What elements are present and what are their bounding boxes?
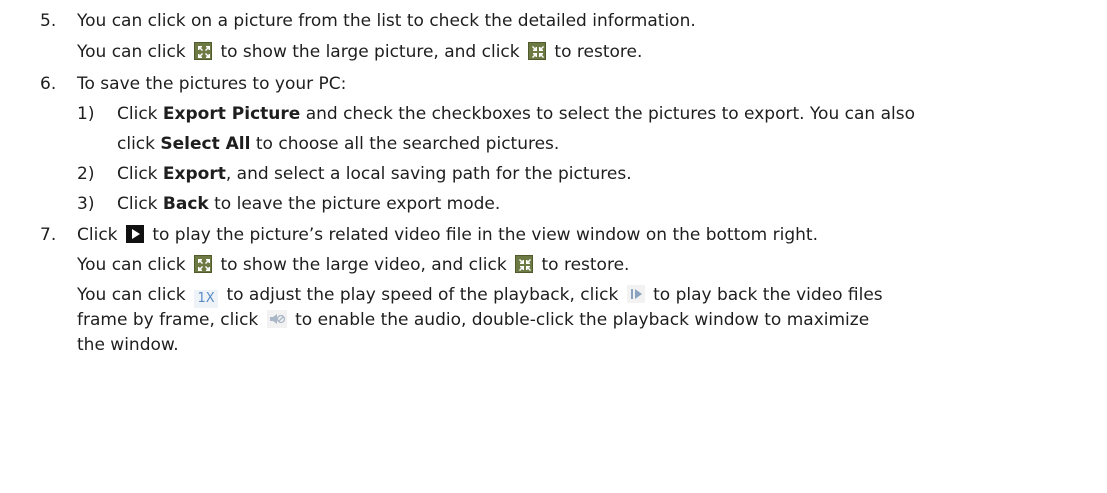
restore-icon — [528, 42, 547, 60]
step-7-line-1: Click to play the picture’s related vide… — [77, 225, 818, 245]
substep-1-text-cont: click Select All to choose all the searc… — [117, 134, 560, 154]
back-label: Back — [162, 194, 209, 214]
step-5-text: You can click on a picture from the list… — [77, 11, 696, 31]
play-icon — [125, 225, 144, 243]
step-5-line2-b: to show the large picture, and click — [220, 42, 520, 62]
step-7-number: 7. — [40, 225, 57, 245]
substep-2-text: Click Export, and select a local saving … — [117, 164, 632, 184]
substep-1-number: 1) — [77, 104, 95, 124]
substep-2-number: 2) — [77, 164, 95, 184]
substep-1-text: Click Export Picture and check the check… — [117, 104, 915, 124]
substep-3-number: 3) — [77, 194, 95, 214]
step-7-line-5: the window. — [77, 335, 179, 355]
audio-icon — [266, 310, 287, 328]
step-7-line-2: You can click to show the large video, a… — [77, 255, 630, 275]
maximize-icon — [194, 255, 213, 273]
step-5-line2-a: You can click — [77, 42, 186, 62]
maximize-icon — [194, 42, 213, 60]
step-6-text: To save the pictures to your PC: — [77, 74, 347, 94]
step-5-number: 5. — [40, 11, 57, 31]
step-7-line-4: frame by frame, click to enable the audi… — [77, 310, 870, 330]
step-5-line2-c: to restore. — [554, 42, 643, 62]
step-7-line-3: You can click 1X to adjust the play spee… — [77, 285, 883, 308]
select-all-label: Select All — [160, 134, 251, 154]
step-5-icon-line: You can click to show the large picture,… — [77, 41, 642, 63]
frame-by-frame-icon — [626, 285, 645, 303]
speed-icon: 1X — [194, 290, 219, 308]
step-6-number: 6. — [40, 74, 57, 94]
restore-icon — [515, 255, 534, 273]
substep-3-text: Click Back to leave the picture export m… — [117, 194, 501, 214]
export-label: Export — [162, 164, 226, 184]
export-picture-label: Export Picture — [162, 104, 301, 124]
